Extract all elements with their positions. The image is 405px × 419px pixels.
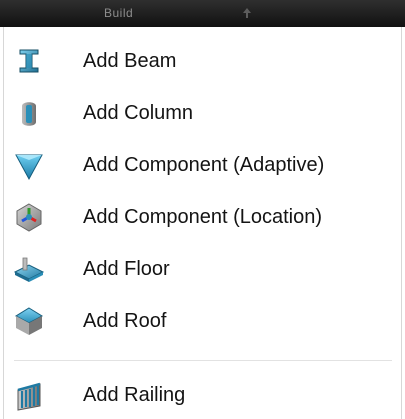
build-menu: Add Beam Add Column Add Component (Adapt… [3, 27, 402, 419]
railing-icon [12, 378, 46, 412]
floor-icon [12, 252, 46, 286]
menu-item-add-component-adaptive[interactable]: Add Component (Adaptive) [4, 141, 401, 189]
location-component-icon [12, 200, 46, 234]
menu-item-add-railing[interactable]: Add Railing [4, 371, 401, 419]
menu-item-add-beam[interactable]: Add Beam [4, 37, 401, 85]
roof-icon [12, 304, 46, 338]
panel-title: Build [104, 6, 134, 20]
menu-item-label: Add Component (Location) [83, 206, 323, 228]
title-bar: Build [0, 0, 405, 27]
pin-icon[interactable] [240, 6, 254, 20]
menu-separator [14, 360, 392, 361]
menu-item-label: Add Beam [83, 50, 177, 72]
menu-item-add-floor[interactable]: Add Floor [4, 245, 401, 293]
menu-item-label: Add Column [83, 102, 194, 124]
menu-item-add-roof[interactable]: Add Roof [4, 297, 401, 345]
menu-item-add-column[interactable]: Add Column [4, 89, 401, 137]
adaptive-component-icon [12, 148, 46, 182]
column-icon [12, 96, 46, 130]
beam-icon [12, 44, 46, 78]
menu-item-label: Add Floor [83, 258, 170, 280]
menu-item-add-component-location[interactable]: Add Component (Location) [4, 193, 401, 241]
menu-item-label: Add Railing [83, 384, 186, 406]
menu-item-label: Add Component (Adaptive) [83, 154, 325, 176]
menu-item-label: Add Roof [83, 310, 167, 332]
